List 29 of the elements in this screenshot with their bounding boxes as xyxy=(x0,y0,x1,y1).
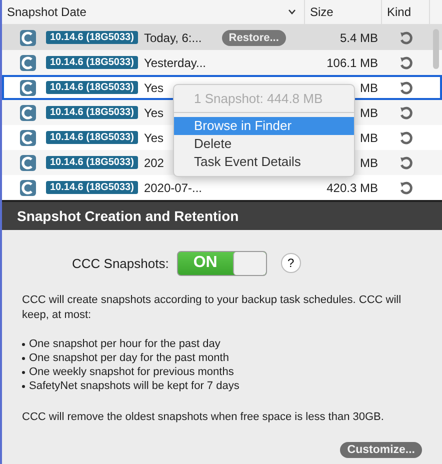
snapshot-date: Yes xyxy=(144,106,164,120)
snapshot-size: MB xyxy=(360,80,378,94)
retention-rule: One snapshot per hour for the past day xyxy=(29,337,220,351)
version-badge: 10.14.6 (18G5033) xyxy=(46,131,138,144)
version-badge: 10.14.6 (18G5033) xyxy=(46,156,138,169)
snapshot-date: Yes xyxy=(144,80,164,94)
snapshot-date: 2020-07-... xyxy=(144,180,202,194)
toggle-label: CCC Snapshots: xyxy=(72,256,169,270)
section-title: Snapshot Creation and Retention xyxy=(17,208,239,224)
version-badge: 10.14.6 (18G5033) xyxy=(46,81,138,94)
snapshot-date: Today, 6:... xyxy=(144,30,202,44)
version-badge: 10.14.6 (18G5033) xyxy=(46,56,138,69)
retention-rule: One snapshot per day for the past month xyxy=(29,351,229,365)
snapshot-date: Yes xyxy=(144,130,164,144)
retention-rule: One weekly snapshot for previous months xyxy=(29,365,234,379)
snapshot-size: MB xyxy=(360,156,378,170)
version-badge: 10.14.6 (18G5033) xyxy=(46,106,138,119)
description-text: CCC will create snapshots according to your backup task schedules. CCC will keep, at most: xyxy=(22,293,402,323)
free-space-note: CCC will remove the oldest snapshots when free space is less than 30GB. xyxy=(22,410,385,425)
snapshot-size: MB xyxy=(360,106,378,120)
snapshot-size: 420.3 MB xyxy=(326,180,378,194)
snapshot-size: 5.4 MB xyxy=(340,30,378,44)
version-badge: 10.14.6 (18G5033) xyxy=(46,31,138,44)
snapshot-size: MB xyxy=(360,130,378,144)
snapshot-date: Yesterday... xyxy=(144,56,206,70)
snapshot-size: 106.1 MB xyxy=(326,56,378,70)
retention-rule: SafetyNet snapshots will be kept for 7 days xyxy=(29,379,240,393)
snapshot-date: 202 xyxy=(144,156,164,170)
version-badge: 10.14.6 (18G5033) xyxy=(46,181,138,194)
